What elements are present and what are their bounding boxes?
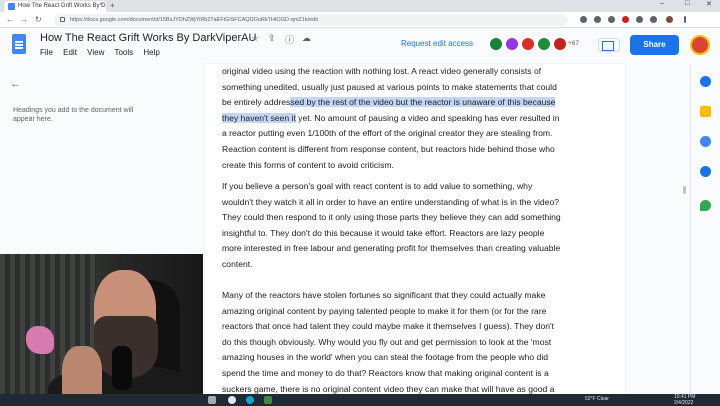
- more-collaborators-count[interactable]: +67: [568, 40, 579, 47]
- browser-tab[interactable]: How The React Grift Works By D ×: [4, 1, 106, 12]
- paragraph: original video using the reaction with n…: [222, 64, 562, 173]
- windows-taskbar: 52°F Clear 10:41 PM 2/4/2022: [0, 394, 720, 406]
- profile-avatar[interactable]: [666, 16, 673, 23]
- extension-icon[interactable]: [594, 16, 601, 23]
- present-button[interactable]: [598, 38, 620, 52]
- share-button[interactable]: Share: [630, 35, 679, 55]
- menu-bar: File Edit View Tools Help: [40, 48, 168, 57]
- paragraph: Many of the reactors have stolen fortune…: [222, 290, 555, 394]
- extension-icon[interactable]: [608, 16, 615, 23]
- tasks-icon[interactable]: [700, 136, 711, 147]
- docs-header: How The React Grift Works By DarkViperAU…: [0, 28, 720, 64]
- new-tab-button[interactable]: +: [110, 1, 115, 10]
- browser-tab-strip: How The React Grift Works By D × + – □ ✕: [0, 0, 720, 12]
- menu-view[interactable]: View: [87, 48, 104, 57]
- request-edit-access-button[interactable]: Request edit access: [401, 39, 473, 48]
- calendar-icon[interactable]: [700, 76, 711, 87]
- outline-hint: Headings you add to the document will ap…: [13, 107, 134, 123]
- extension-icon[interactable]: [636, 16, 643, 23]
- cloud-status-icon: ☁: [302, 33, 311, 43]
- app-icon[interactable]: [264, 396, 272, 404]
- extension-icon[interactable]: [580, 16, 587, 23]
- collaborator-avatar[interactable]: [504, 36, 520, 52]
- maps-icon[interactable]: [700, 200, 711, 211]
- paragraph: If you believe a person's goal with reac…: [222, 181, 561, 269]
- url-text: https://docs.google.com/document/d/15BxJ…: [70, 17, 318, 23]
- edge-icon[interactable]: [246, 396, 254, 404]
- document-page[interactable]: original video using the reaction with n…: [205, 64, 625, 394]
- clock-date[interactable]: 2/4/2022: [674, 400, 693, 406]
- webcam-overlay: [0, 254, 203, 406]
- task-view-icon[interactable]: [208, 396, 216, 404]
- chrome-icon[interactable]: [228, 396, 236, 404]
- menu-file[interactable]: File: [40, 48, 53, 57]
- menu-help[interactable]: Help: [143, 48, 159, 57]
- menu-tools[interactable]: Tools: [114, 48, 133, 57]
- docs-logo-icon[interactable]: [12, 34, 26, 54]
- maximize-button[interactable]: □: [685, 0, 689, 7]
- collaborator-avatar[interactable]: [488, 36, 504, 52]
- side-panel: [690, 64, 720, 394]
- close-window-button[interactable]: ✕: [706, 0, 712, 8]
- microphone: [112, 346, 132, 390]
- weather-label[interactable]: 52°F Clear: [585, 396, 609, 402]
- move-icon[interactable]: ⇪: [268, 33, 276, 44]
- url-bar[interactable]: https://docs.google.com/document/d/15BxJ…: [54, 14, 568, 26]
- forward-arrow-icon[interactable]: →: [20, 15, 28, 24]
- star-icon[interactable]: ☆: [251, 33, 259, 44]
- tab-title: How The React Grift Works By D: [18, 3, 106, 9]
- close-outline-icon[interactable]: ←: [10, 78, 21, 90]
- address-toolbar: ← → ↻ https://docs.google.com/document/d…: [0, 12, 720, 28]
- keep-icon[interactable]: [700, 106, 711, 117]
- collaborator-avatar[interactable]: [536, 36, 552, 52]
- back-arrow-icon[interactable]: ←: [6, 15, 14, 24]
- extension-icon[interactable]: [622, 16, 629, 23]
- contacts-icon[interactable]: [700, 166, 711, 177]
- docs-favicon-icon: [8, 3, 15, 10]
- collaborator-avatar[interactable]: [552, 36, 568, 52]
- browser-menu-icon[interactable]: [684, 16, 686, 23]
- extension-icon[interactable]: [650, 16, 657, 23]
- plush-toy: [26, 326, 54, 354]
- scrollbar-thumb[interactable]: [683, 186, 686, 194]
- close-tab-icon[interactable]: ×: [99, 2, 103, 8]
- collaborator-avatar[interactable]: [520, 36, 536, 52]
- share-label: Share: [643, 40, 666, 49]
- lock-icon: [60, 17, 65, 22]
- account-avatar[interactable]: [690, 35, 710, 55]
- reload-icon[interactable]: ↻: [35, 15, 42, 24]
- info-icon[interactable]: ⓘ: [285, 33, 294, 46]
- document-title[interactable]: How The React Grift Works By DarkViperAU: [40, 32, 256, 44]
- minimize-button[interactable]: –: [660, 0, 664, 7]
- menu-edit[interactable]: Edit: [63, 48, 77, 57]
